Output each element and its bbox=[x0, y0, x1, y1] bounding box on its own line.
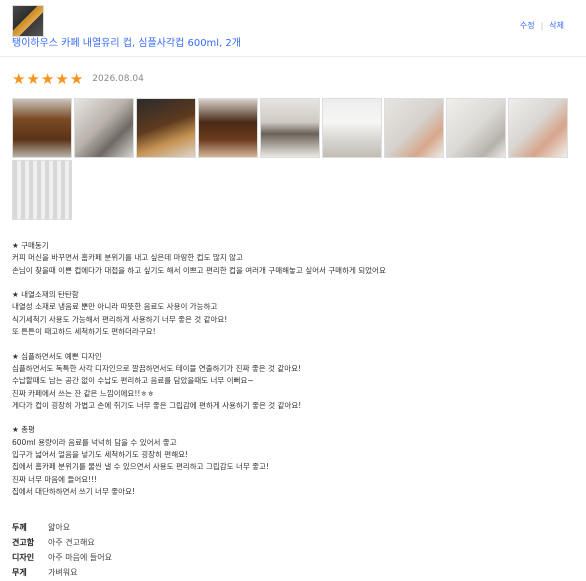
review-line: 손님이 찾을때 이쁜 컵에다가 대접을 하고 싶기도 해서 이쁘고 편리한 컵을… bbox=[12, 265, 386, 275]
review-line: ★ 구매동기 bbox=[12, 241, 49, 250]
survey-row: 무게 가벼워요 bbox=[12, 565, 112, 580]
review-line: ★ 총평 bbox=[12, 425, 35, 435]
review-survey: 두께 얇아요견고함 아주 견고해요디자인 아주 마음에 들어요무게 가벼워요 bbox=[12, 520, 112, 580]
star-icon: ★ bbox=[26, 70, 40, 88]
review-line: 집에서 홈카페 분위기를 물씬 낼 수 있으면서 사용도 편리하고 그립감도 너… bbox=[12, 462, 269, 472]
review-actions: 수정 | 삭제 bbox=[520, 20, 564, 31]
review-header: 탱이하우스 카페 내열유리 컵, 심플사각컵 600ml, 2개 수정 | 삭제 bbox=[0, 0, 586, 57]
survey-row: 디자인 아주 마음에 들어요 bbox=[12, 550, 112, 565]
review-line: 게다가 컵이 굉장히 가볍고 손에 쥐기도 너무 좋은 그립감에 편하게 사용하… bbox=[12, 400, 302, 410]
review-body: ★ 구매동기커피 머신을 바꾸면서 홈카페 분위기를 내고 싶은데 마땅한 컵도… bbox=[12, 240, 572, 498]
star-icon: ★ bbox=[55, 70, 69, 88]
action-separator: | bbox=[540, 21, 544, 30]
review-line: 진짜 카페에서 쓰는 잔 같은 느낌이에요!!ㅎㅎ bbox=[12, 388, 155, 398]
review-photo[interactable] bbox=[136, 98, 196, 158]
review-line: ★ 심플하면서도 예쁜 디자인 bbox=[12, 351, 102, 361]
product-name-link[interactable]: 탱이하우스 카페 내열유리 컵, 심플사각컵 600ml, 2개 bbox=[12, 34, 241, 49]
survey-value: 아주 견고해요 bbox=[48, 538, 95, 547]
delete-button[interactable]: 삭제 bbox=[549, 21, 564, 30]
survey-value: 아주 마음에 들어요 bbox=[48, 553, 112, 562]
review-line: 또 튼튼이 때고하드 세척하기도 편하더라구요! bbox=[12, 327, 156, 337]
star-icon: ★ bbox=[40, 70, 55, 88]
rating-row: ★ ★ ★ ★ ★ 2026.08.04 bbox=[12, 71, 144, 87]
survey-key: 무게 bbox=[12, 568, 27, 577]
review-blank-line bbox=[12, 412, 572, 424]
edit-button[interactable]: 수정 bbox=[520, 21, 535, 30]
review-line: 내열성 소재로 냉음료 뿐만 아니라 따뜻한 음료도 사용이 가능하고 bbox=[12, 302, 218, 312]
review-line: 입구가 넓어서 얼음을 넣기도 세척하기도 굉장히 편해요! bbox=[12, 450, 189, 460]
survey-value: 얇아요 bbox=[48, 523, 71, 532]
review-photo[interactable] bbox=[12, 160, 72, 220]
review-photo[interactable] bbox=[260, 98, 320, 158]
review-line: ★ 내열소재의 탄탄함 bbox=[12, 290, 79, 300]
review-photo[interactable] bbox=[74, 98, 134, 158]
review-line: 심플하면서도 독특한 사각 디자인으로 깔끔하면서도 테이블 연출하기가 진짜 … bbox=[12, 363, 302, 373]
review-line: 수납할때도 남는 공간 없이 수납도 편리하고 음료를 담았을때도 너무 이뻐요… bbox=[12, 376, 254, 386]
survey-key: 디자인 bbox=[12, 553, 35, 562]
review-line: 진짜 너무 마음에 들어요!!! bbox=[12, 474, 98, 484]
survey-key: 견고함 bbox=[12, 538, 35, 547]
survey-value: 가벼워요 bbox=[48, 568, 78, 577]
review-blank-line bbox=[12, 277, 572, 289]
product-thumbnail[interactable] bbox=[12, 5, 44, 37]
review-photo[interactable] bbox=[12, 98, 72, 158]
review-line: 식기세척기 사용도 가능해서 편리하게 사용하기 너무 좋은 것 같아요! bbox=[12, 314, 228, 324]
survey-row: 견고함 아주 견고해요 bbox=[12, 535, 112, 550]
review-photo[interactable] bbox=[322, 98, 382, 158]
review-photo[interactable] bbox=[446, 98, 506, 158]
review-line: 집에서 대단하하면서 쓰기 너무 좋아요! bbox=[12, 486, 135, 496]
star-icon: ★ bbox=[69, 70, 84, 88]
review-photo[interactable] bbox=[508, 98, 568, 158]
review-line: 600ml 용량이라 음료를 넉넉히 담을 수 있어서 좋고 bbox=[12, 437, 177, 447]
star-rating: ★ ★ ★ ★ ★ bbox=[12, 71, 84, 87]
review-photo[interactable] bbox=[384, 98, 444, 158]
review-line: 커피 머신을 바꾸면서 홈카페 분위기를 내고 싶은데 마땅한 컵도 많지 않고 bbox=[12, 253, 243, 263]
review-photo[interactable] bbox=[198, 98, 258, 158]
survey-row: 두께 얇아요 bbox=[12, 520, 112, 535]
review-blank-line bbox=[12, 338, 572, 350]
star-icon: ★ bbox=[12, 70, 26, 88]
survey-key: 두께 bbox=[12, 523, 27, 532]
review-date: 2026.08.04 bbox=[92, 74, 144, 84]
